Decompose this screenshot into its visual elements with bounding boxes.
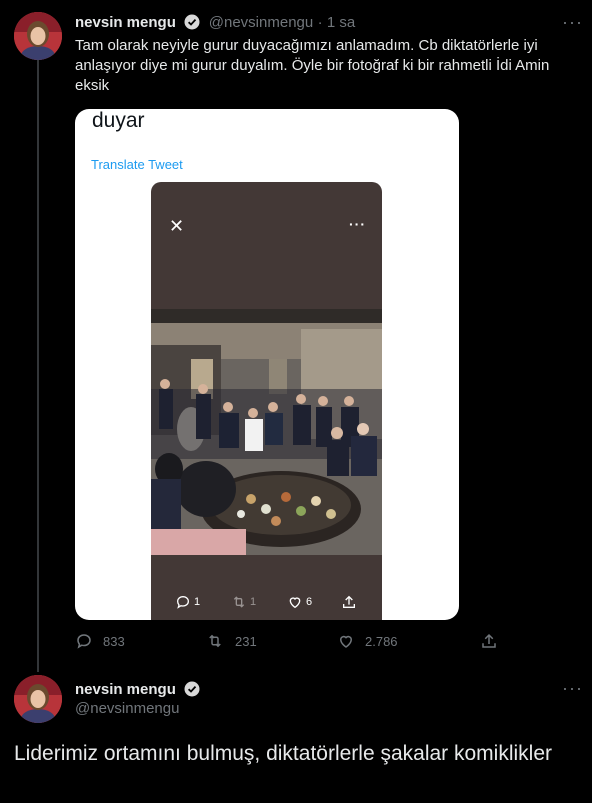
user-handle[interactable]: @nevsinmengu xyxy=(209,14,313,31)
display-name[interactable]: nevsin mengu xyxy=(75,681,176,698)
reply-count: 833 xyxy=(103,633,125,649)
retweet-count: 231 xyxy=(235,633,257,649)
like-button[interactable]: 2.786 xyxy=(337,632,398,650)
heart-icon xyxy=(339,635,353,648)
tweet-text: Tam olarak neyiyle gurur duyacağımızı an… xyxy=(75,37,550,94)
embedded-like: 6 xyxy=(287,594,312,610)
display-name[interactable]: nevsin mengu xyxy=(75,14,176,31)
close-icon: ✕ xyxy=(169,216,185,236)
avatar[interactable] xyxy=(14,675,62,723)
reply-icon xyxy=(77,634,91,649)
embedded-text-fragment: duyar xyxy=(92,109,145,132)
more-options-icon[interactable]: ··· xyxy=(562,12,583,33)
thread-connector xyxy=(37,60,39,672)
tweet-media-image[interactable]: duyar Translate Tweet ✕ ··· 1 1 6 xyxy=(75,109,459,620)
retweet-button[interactable]: 231 xyxy=(205,632,257,650)
embedded-retweet: 1 xyxy=(231,594,256,610)
share-icon xyxy=(343,595,355,608)
more-options-icon[interactable]: ··· xyxy=(562,678,583,699)
tweet-actions: 833 231 2.786 xyxy=(75,632,515,654)
retweet-icon xyxy=(209,634,221,648)
avatar[interactable] xyxy=(14,12,62,60)
heart-icon xyxy=(289,597,301,609)
tweet-header: nevsin mengu @nevsinmengu · 1 sa xyxy=(75,14,355,35)
share-icon xyxy=(482,633,496,648)
verified-badge-icon xyxy=(184,681,200,702)
like-count: 2.786 xyxy=(365,633,398,649)
translate-tweet-link: Translate Tweet xyxy=(91,157,183,172)
verified-badge-icon xyxy=(184,14,200,35)
reply-icon xyxy=(176,595,190,609)
embedded-retweet-count: 1 xyxy=(250,596,257,608)
more-options-icon: ··· xyxy=(349,216,366,232)
embedded-like-count: 6 xyxy=(306,596,313,608)
group-photo xyxy=(151,309,382,555)
user-handle[interactable]: @nevsinmengu xyxy=(75,700,179,717)
reply-button[interactable]: 833 xyxy=(75,632,125,650)
share-button[interactable] xyxy=(480,632,498,650)
tweet-text: Liderimiz ortamını bulmuş, diktatörlerle… xyxy=(14,742,553,765)
embedded-tweet-actions: 1 1 6 xyxy=(151,594,382,618)
embedded-reply: 1 xyxy=(175,594,200,610)
retweet-icon xyxy=(233,596,245,608)
embedded-phone-view: ✕ ··· 1 1 6 xyxy=(151,182,382,620)
tweet-timestamp[interactable]: · 1 sa xyxy=(318,14,356,31)
embedded-share xyxy=(341,594,357,610)
embedded-reply-count: 1 xyxy=(194,596,201,608)
tweet-header: nevsin mengu xyxy=(75,681,204,702)
